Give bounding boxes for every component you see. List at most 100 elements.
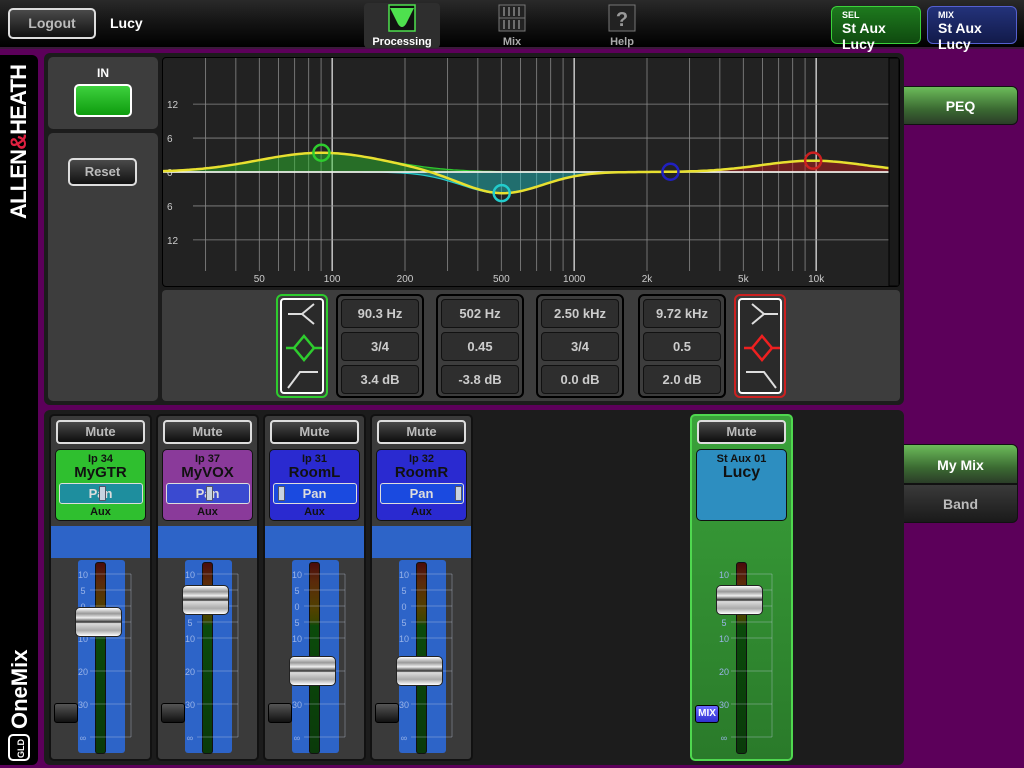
low-pass-icon — [746, 371, 777, 389]
sel-name: St Aux Lucy — [842, 20, 886, 52]
mute-button[interactable]: Mute — [270, 420, 359, 444]
tab-mix[interactable]: Mix — [474, 3, 550, 48]
aux-label: Aux — [90, 506, 111, 518]
mute-button[interactable]: Mute — [377, 420, 466, 444]
aux-label: Aux — [411, 506, 432, 518]
my-mix-button[interactable]: My Mix — [904, 444, 1018, 484]
mix-faders-icon — [498, 4, 526, 32]
pan-knob[interactable] — [98, 486, 106, 501]
channel-name: MyGTR — [74, 464, 127, 481]
mix-tag: MIX — [938, 10, 955, 20]
scale-tick-label: 10 — [399, 570, 409, 580]
eq-graph[interactable]: 12 6 0 6 12 50 100 200 500 1000 2k 5k 10k — [162, 57, 900, 287]
mix-channel-button[interactable]: MIX St Aux Lucy — [927, 6, 1017, 52]
select-button[interactable] — [375, 703, 399, 723]
master-fader-cap[interactable] — [716, 584, 763, 615]
master-strip: Mute St Aux 01 Lucy 10505102030∞ MIX — [690, 414, 793, 761]
mute-button[interactable]: Mute — [163, 420, 252, 444]
channel-chip[interactable]: Ip 31 RoomL Pan Aux — [269, 449, 360, 521]
band-2-freq[interactable]: 502 Hz — [441, 299, 519, 328]
channel-chip[interactable]: Ip 32 RoomR Pan Aux — [376, 449, 467, 521]
fader-scale: 10505102030∞ — [78, 570, 132, 743]
eq-reset-button[interactable]: Reset — [68, 158, 137, 186]
scale-tick-label: ∞ — [401, 733, 407, 743]
eq-band-controls: 90.3 Hz 3/4 3.4 dB 502 Hz 0.45 -3.8 dB 2… — [162, 290, 900, 401]
channel-strip: MuteIp 32RoomRPanAux10505102030∞ — [370, 414, 473, 761]
channel-chip[interactable]: Ip 34MyGTRPanAux — [55, 449, 146, 521]
scale-tick-label: 10 — [185, 570, 195, 580]
pan-control[interactable]: Pan — [272, 483, 357, 504]
select-button[interactable] — [268, 703, 292, 723]
y-tick-label: 6 — [167, 134, 173, 145]
tab-label: Mix — [502, 36, 522, 48]
x-tick-label: 50 — [254, 274, 266, 285]
peq-button[interactable]: PEQ — [904, 86, 1018, 125]
tab-help[interactable]: ? Help — [584, 3, 660, 48]
fader-cap[interactable] — [396, 656, 443, 686]
band-3-gain[interactable]: 0.0 dB — [541, 365, 619, 394]
band-4-freq[interactable]: 9.72 kHz — [643, 299, 721, 328]
x-tick-label: 200 — [397, 274, 414, 285]
bell-icon — [286, 334, 322, 362]
filter-type-icons — [286, 303, 322, 389]
allen-heath-logo: ALLEN&HEATH — [6, 64, 31, 219]
mix-badge[interactable]: MIX — [695, 705, 719, 723]
channel-highlight-band — [51, 526, 150, 558]
sel-tag: SEL — [842, 10, 860, 20]
pan-knob[interactable] — [205, 486, 213, 501]
eq-band-1: 90.3 Hz 3/4 3.4 dB — [336, 294, 424, 398]
master-mute-button[interactable]: Mute — [697, 420, 786, 444]
master-channel-chip[interactable]: St Aux 01 Lucy — [696, 449, 787, 521]
x-tick-label: 500 — [493, 274, 510, 285]
scale-tick-label: 5 — [187, 618, 192, 628]
eq-curve-plot[interactable]: 126061250 100 200 500 1000 2k 5k 10k — [163, 58, 899, 286]
band-4-width[interactable]: 0.5 — [643, 332, 721, 361]
brand-strip: ALLEN&HEATH OneMix GLD — [0, 55, 38, 765]
channel-strip: MuteIp 31RoomLPanAux10505102030∞ — [263, 414, 366, 761]
select-button[interactable] — [54, 703, 78, 723]
fader-cap[interactable] — [75, 607, 122, 637]
scale-tick-label: 10 — [719, 570, 729, 580]
scale-tick-label: 10 — [292, 634, 302, 644]
fader-cap[interactable] — [182, 584, 229, 615]
band-1-freq[interactable]: 90.3 Hz — [341, 299, 419, 328]
mix-name: St Aux Lucy — [938, 20, 982, 52]
fader-cap[interactable] — [289, 656, 336, 686]
pan-knob[interactable] — [277, 486, 285, 501]
eq-in-toggle[interactable] — [74, 84, 132, 117]
pan-control[interactable]: Pan — [165, 483, 250, 504]
scale-tick-label: 5 — [80, 586, 85, 596]
pan-control[interactable]: Pan — [58, 483, 143, 504]
scale-tick-label: ∞ — [80, 733, 86, 743]
scale-tick-label: 5 — [294, 586, 299, 596]
band-3-freq[interactable]: 2.50 kHz — [541, 299, 619, 328]
mute-button[interactable]: Mute — [56, 420, 145, 444]
band-1-width[interactable]: 3/4 — [341, 332, 419, 361]
scale-tick-label: 5 — [401, 586, 406, 596]
select-button[interactable] — [161, 703, 185, 723]
eq-output-meter — [888, 58, 899, 286]
logout-button[interactable]: Logout — [8, 8, 96, 39]
scale-tick-label: ∞ — [294, 733, 300, 743]
sel-channel-button[interactable]: SEL St Aux Lucy — [831, 6, 921, 52]
band-2-width[interactable]: 0.45 — [441, 332, 519, 361]
band-1-gain[interactable]: 3.4 dB — [341, 365, 419, 394]
band-3-width[interactable]: 3/4 — [541, 332, 619, 361]
scale-tick-label: 10 — [78, 570, 88, 580]
high-band-type-selector[interactable] — [734, 294, 786, 398]
scale-tick-label: 5 — [721, 618, 726, 628]
scale-tick-label: 20 — [719, 667, 729, 677]
band-4-gain[interactable]: 2.0 dB — [643, 365, 721, 394]
tab-processing[interactable]: Processing — [364, 3, 440, 48]
channel-chip[interactable]: Ip 37MyVOXPanAux — [162, 449, 253, 521]
scale-tick-label: 30 — [185, 700, 195, 710]
master-channel-name: Lucy — [722, 464, 761, 481]
scale-tick-label: 20 — [185, 667, 195, 677]
x-tick-label: 1000 — [563, 274, 586, 285]
band-button[interactable]: Band — [904, 484, 1018, 523]
band-2-gain[interactable]: -3.8 dB — [441, 365, 519, 394]
app-root: Logout Lucy Processing Mix ? Help SEL St… — [0, 0, 1024, 768]
pan-knob[interactable] — [454, 486, 462, 501]
low-band-type-selector[interactable] — [276, 294, 328, 398]
pan-control[interactable]: Pan — [379, 483, 464, 504]
